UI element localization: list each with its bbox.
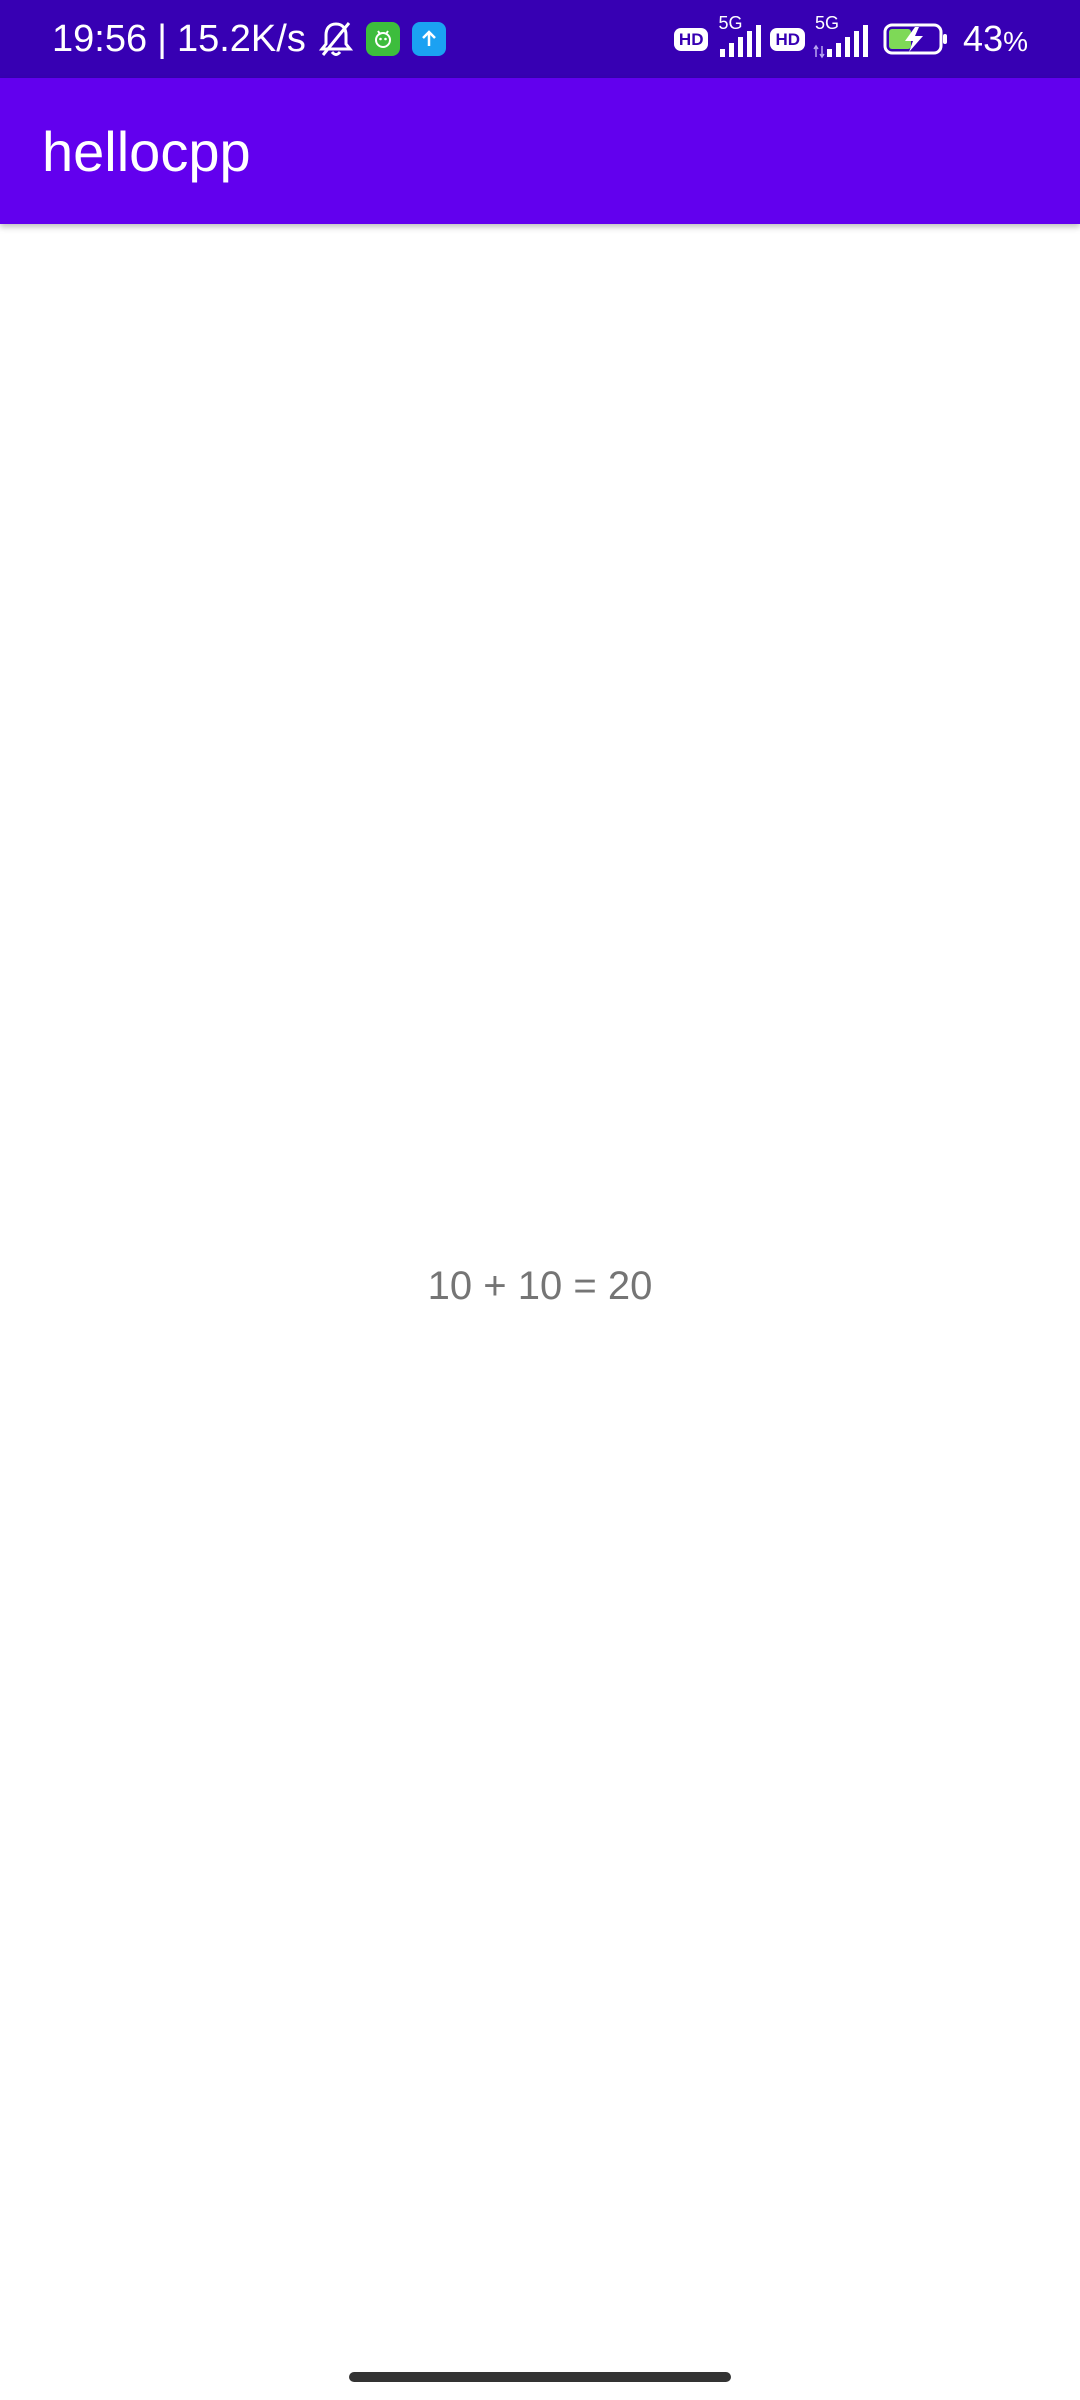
app-bar: hellocpp <box>0 78 1080 224</box>
upload-app-icon <box>411 22 446 56</box>
status-bar-left: 19:56 | 15.2K/s <box>52 0 446 78</box>
main-content: 10 + 10 = 20 <box>0 224 1080 2400</box>
battery-percent: 43% <box>963 18 1028 59</box>
battery-icon <box>883 22 949 56</box>
bell-muted-icon <box>318 19 354 59</box>
android-app-icon <box>365 22 400 56</box>
sim1-hd-badge: HD <box>673 27 709 51</box>
phone-screen: 19:56 | 15.2K/s HD 5G HD 5G 43% hellocpp… <box>0 0 1080 2400</box>
result-text: 10 + 10 = 20 <box>427 1264 653 1308</box>
gesture-nav-handle[interactable] <box>349 2372 731 2382</box>
status-bar: 19:56 | 15.2K/s HD 5G HD 5G 43% <box>0 0 1080 78</box>
clock: 19:56 <box>52 17 148 60</box>
sim2-network-type: 5G <box>815 13 840 33</box>
sim1-network-type: 5G <box>718 13 743 33</box>
sim1-signal: 5G <box>716 13 762 59</box>
sim2-hd-badge: HD <box>770 27 806 51</box>
status-separator: | <box>157 17 167 60</box>
sim2-signal: 5G <box>813 13 869 59</box>
status-bar-right: HD 5G HD 5G 43% <box>673 0 1028 78</box>
network-speed: 15.2K/s <box>176 17 306 60</box>
app-title: hellocpp <box>42 119 251 183</box>
